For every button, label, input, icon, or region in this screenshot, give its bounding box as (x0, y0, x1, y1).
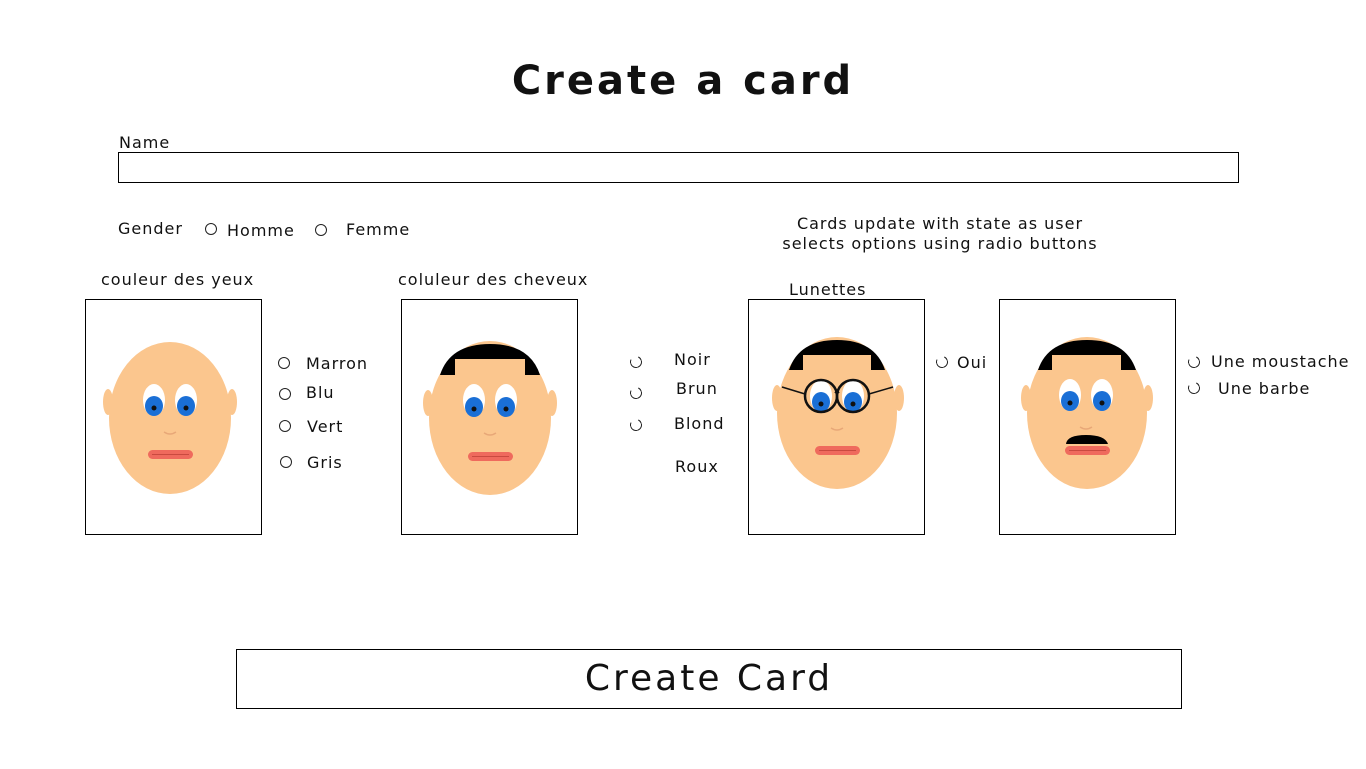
hair-noir-radio[interactable] (628, 354, 644, 370)
gender-femme-radio[interactable] (315, 224, 327, 236)
hair-blond-label: Blond (674, 414, 725, 433)
gender-homme-radio[interactable] (205, 223, 217, 235)
glasses-oui-radio[interactable] (934, 354, 950, 370)
eye-gris-radio[interactable] (280, 456, 292, 468)
hair-noir-label: Noir (674, 350, 711, 369)
hair-roux-label[interactable]: Roux (675, 457, 719, 476)
moustache-label: Une moustache (1211, 352, 1350, 371)
eye-vert-radio[interactable] (279, 420, 291, 432)
face-illustration (103, 342, 237, 494)
gender-label: Gender (118, 219, 183, 238)
eye-gris-label: Gris (307, 453, 343, 472)
card-hair (401, 299, 578, 535)
eye-vert-label: Vert (307, 417, 344, 436)
note-line-1: Cards update with state as user (796, 214, 1084, 233)
face-illustration (772, 337, 904, 489)
note-line-2: selects options using radio buttons (782, 234, 1098, 253)
glasses-oui-label: Oui (957, 353, 988, 372)
eye-color-label: couleur des yeux (101, 270, 255, 289)
page-title: Create a card (511, 58, 855, 104)
hair-color-label: coluleur des cheveux (398, 270, 589, 289)
moustache-radio[interactable] (1186, 354, 1202, 370)
name-label: Name (119, 133, 171, 152)
card-facial-hair (999, 299, 1176, 535)
create-card-button[interactable]: Create Card (236, 649, 1182, 709)
annotation-note: Cards update with state as user selects … (760, 214, 1120, 254)
eye-marron-radio[interactable] (278, 357, 290, 369)
card-glasses (748, 299, 925, 535)
gender-femme-label: Femme (346, 220, 411, 239)
beard-label: Une barbe (1218, 379, 1311, 398)
hair-brun-label: Brun (676, 379, 718, 398)
gender-homme-label: Homme (227, 221, 295, 240)
hair-brun-radio[interactable] (628, 385, 644, 401)
glasses-label: Lunettes (789, 280, 867, 299)
name-input[interactable] (118, 152, 1239, 183)
hair-blond-radio[interactable] (628, 417, 644, 433)
beard-radio[interactable] (1186, 380, 1202, 396)
eye-blu-label: Blu (306, 383, 335, 402)
face-illustration (423, 341, 557, 495)
card-eyes (85, 299, 262, 535)
eye-blu-radio[interactable] (279, 388, 291, 400)
face-illustration (1021, 337, 1153, 489)
eye-marron-label: Marron (306, 354, 369, 373)
